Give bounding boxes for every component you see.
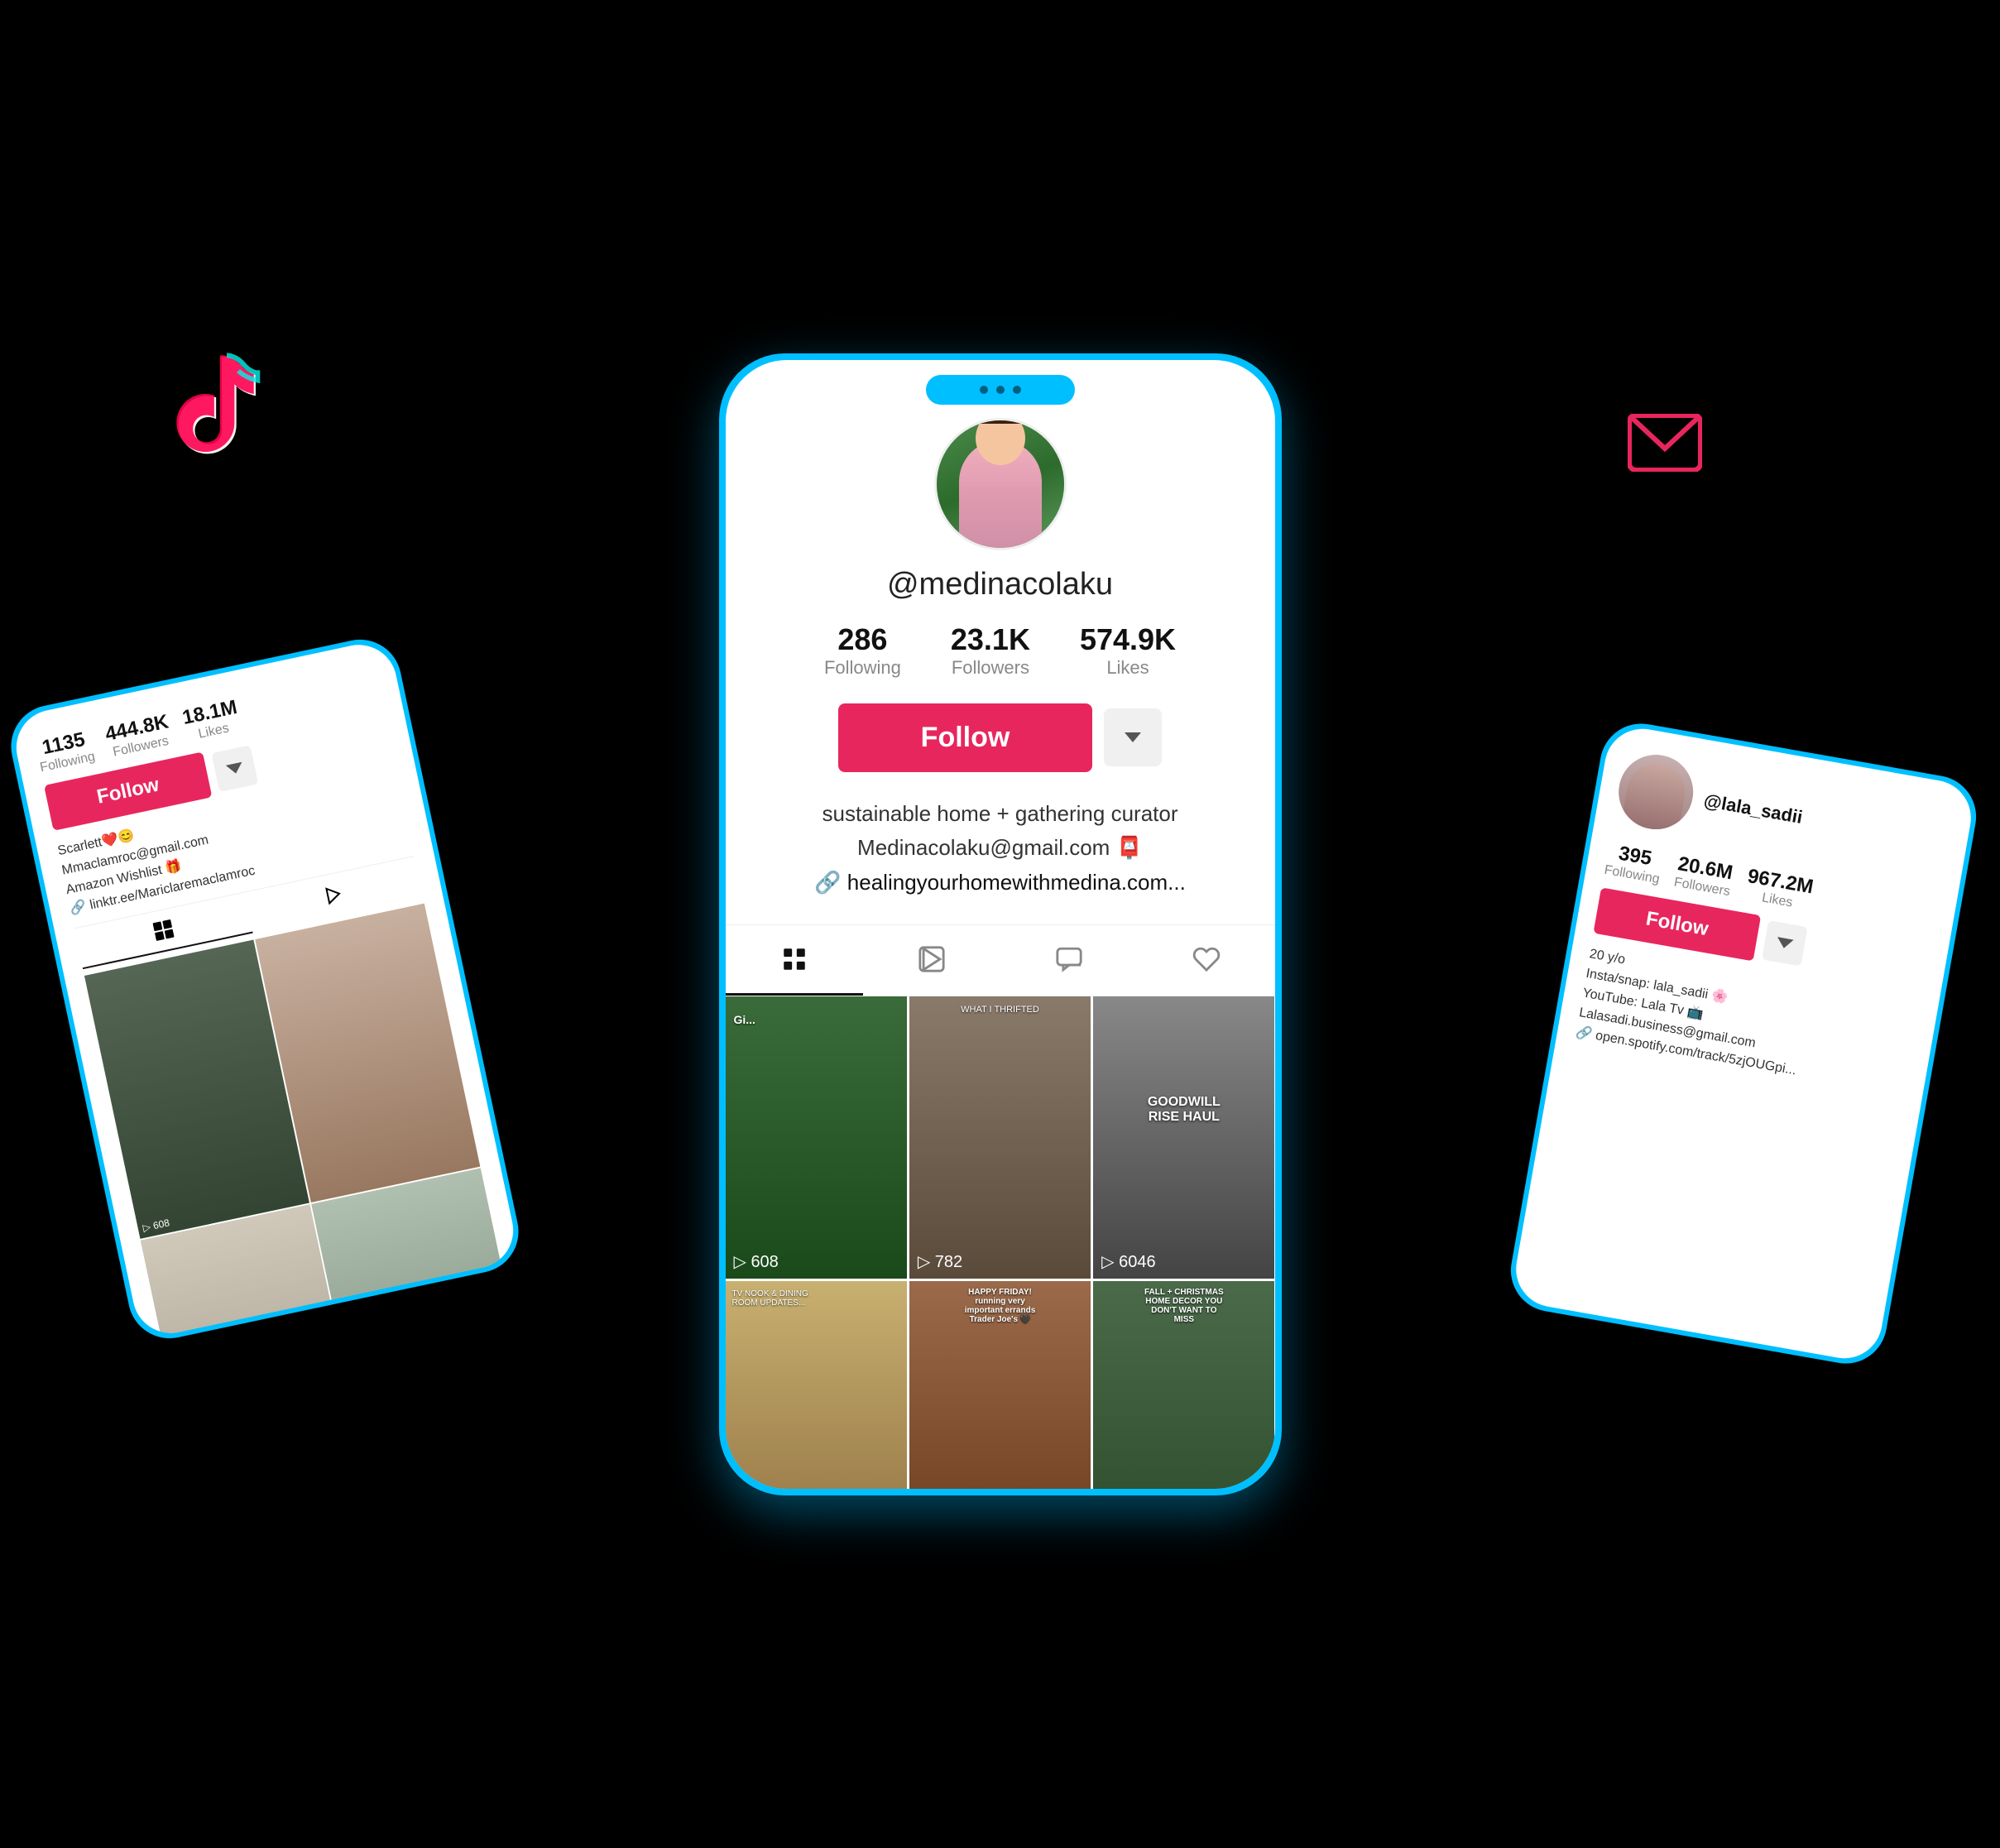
center-bio: sustainable home + gathering curator Med… xyxy=(781,797,1219,900)
center-tab-heart[interactable] xyxy=(1138,925,1275,996)
right-dropdown-button[interactable] xyxy=(1762,920,1808,967)
follow-button[interactable]: Follow xyxy=(838,703,1093,772)
left-stat-likes: 18.1M Likes xyxy=(180,695,242,744)
notch-dot-3 xyxy=(1013,386,1021,394)
dropdown-button[interactable] xyxy=(1104,708,1162,766)
email-icon xyxy=(1628,414,1702,472)
center-stat-following: 286 Following xyxy=(824,622,901,679)
notch-dot-2 xyxy=(996,386,1005,394)
video-count-1: ▷ 608 xyxy=(734,1251,779,1272)
video-count-3: ▷ 6046 xyxy=(1101,1251,1155,1272)
center-tab-comment[interactable] xyxy=(1000,925,1138,996)
center-stats-row: 286 Following 23.1K Followers 574.9K Lik… xyxy=(824,622,1176,679)
notch-dot-1 xyxy=(980,386,988,394)
center-stat-likes: 574.9K Likes xyxy=(1080,622,1176,679)
center-video-grid: Gi... ▷ 608 WHAT I THRIFTED ▷ 782 GOODWI… xyxy=(726,996,1275,1488)
right-avatar xyxy=(1613,748,1699,834)
right-username: @lala_sadii xyxy=(1702,790,1804,828)
center-video-4[interactable]: TV NOOK & DININGROOM UPDATES... ▷ 123 xyxy=(726,1281,907,1488)
center-tab-row xyxy=(726,924,1275,996)
right-stat-following: 395 Following xyxy=(1603,840,1665,887)
center-tab-grid[interactable] xyxy=(726,925,863,996)
video-count-2: ▷ 782 xyxy=(918,1251,962,1272)
right-stat-followers: 20.6M Followers xyxy=(1673,852,1735,900)
left-stat-following: 1135 Following xyxy=(34,727,97,775)
center-tab-play[interactable] xyxy=(863,925,1000,996)
center-action-row: Follow xyxy=(838,703,1163,772)
center-avatar xyxy=(934,418,1067,550)
center-video-6[interactable]: FALL + CHRISTMASHOME DECOR YOUDON'T WANT… xyxy=(1093,1281,1274,1488)
center-video-2[interactable]: WHAT I THRIFTED ▷ 782 xyxy=(909,996,1091,1279)
tiktok-logo xyxy=(165,348,265,463)
left-dropdown-button[interactable] xyxy=(211,745,258,792)
center-stat-followers: 23.1K Followers xyxy=(951,622,1030,679)
chevron-down-icon xyxy=(1125,732,1141,742)
center-phone: @medinacolaku 286 Following 23.1K Follow… xyxy=(719,353,1282,1495)
left-stat-followers: 444.8K Followers xyxy=(103,710,174,761)
chevron-down-icon xyxy=(1776,937,1794,949)
goodwill-overlay: GOODWILLRISE HAUL xyxy=(1148,1095,1221,1125)
center-video-5[interactable]: HAPPY FRIDAY!running veryimportant erran… xyxy=(909,1281,1091,1488)
left-phone-card: 1135 Following 444.8K Followers 18.1M Li… xyxy=(3,631,526,1346)
center-username: @medinacolaku xyxy=(887,567,1113,602)
center-video-1[interactable]: Gi... ▷ 608 xyxy=(726,996,907,1279)
right-phone-card: @lala_sadii 395 Following 20.6M Follower… xyxy=(1504,717,1983,1370)
phone-notch xyxy=(926,375,1075,405)
left-video-grid: ▷ 608 xyxy=(84,903,520,1340)
chevron-down-icon xyxy=(226,761,244,775)
center-video-3[interactable]: GOODWILLRISE HAUL ▷ 6046 xyxy=(1093,996,1274,1279)
right-stat-likes: 967.2M Likes xyxy=(1743,865,1815,914)
